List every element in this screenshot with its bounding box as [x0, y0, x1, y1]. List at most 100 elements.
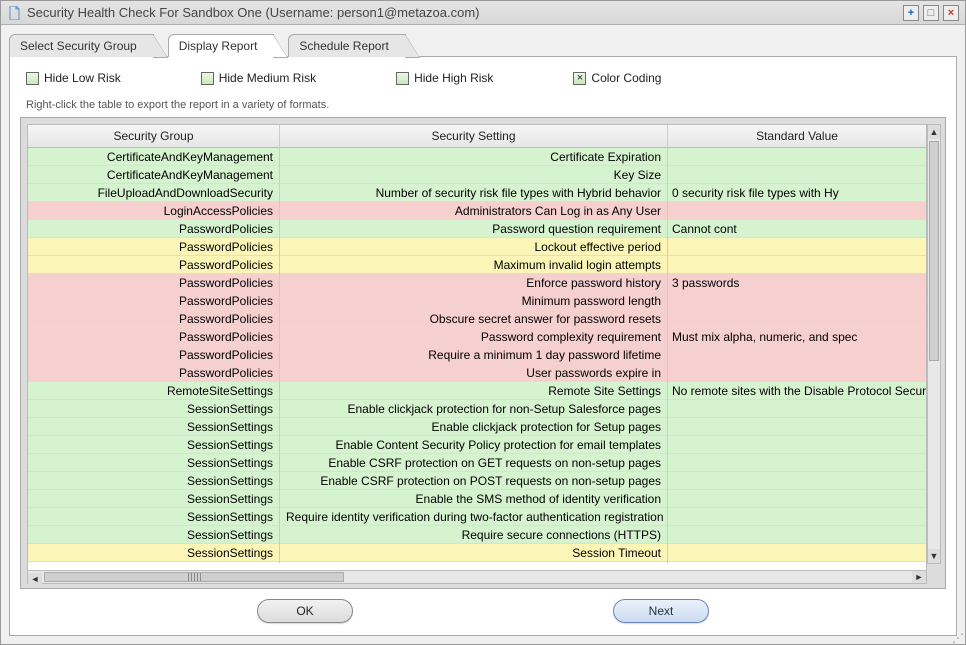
table-row[interactable]: PasswordPoliciesObscure secret answer fo… — [28, 310, 926, 328]
window-new-icon[interactable]: + — [903, 5, 919, 21]
cell-value — [668, 442, 926, 448]
document-icon — [7, 6, 21, 20]
window-title: Security Health Check For Sandbox One (U… — [27, 5, 903, 20]
table-row[interactable]: PasswordPoliciesMinimum password length — [28, 292, 926, 310]
cell-group: PasswordPolicies — [28, 291, 280, 311]
table-row[interactable]: PasswordPoliciesEnforce password history… — [28, 274, 926, 292]
table-row[interactable]: SessionSettingsEnable Content Security P… — [28, 436, 926, 454]
table-row[interactable]: SessionSettingsEnable CSRF protection on… — [28, 454, 926, 472]
scroll-right-icon[interactable]: ► — [912, 571, 926, 583]
cell-value — [668, 370, 926, 376]
cell-group: PasswordPolicies — [28, 363, 280, 383]
checkbox-icon: × — [573, 72, 586, 85]
window-maximize-icon[interactable]: □ — [923, 5, 939, 21]
table-row[interactable]: SessionSettingsRequire identity verifica… — [28, 508, 926, 526]
checkbox-icon — [26, 72, 39, 85]
checkbox-hide-medium-risk[interactable]: Hide Medium Risk — [201, 71, 316, 85]
table-row[interactable]: SessionSettingsEnable CSRF protection on… — [28, 472, 926, 490]
cell-value — [668, 406, 926, 412]
checkbox-hide-high-risk[interactable]: Hide High Risk — [396, 71, 493, 85]
cell-setting: Minimum password length — [280, 291, 668, 311]
cell-value — [668, 496, 926, 502]
cell-group: RemoteSiteSettings — [28, 381, 280, 401]
cell-setting: Require a minimum 1 day password lifetim… — [280, 345, 668, 365]
cell-group: SessionSettings — [28, 507, 280, 527]
table-row[interactable]: RemoteSiteSettingsRemote Site SettingsNo… — [28, 382, 926, 400]
table-row[interactable]: PasswordPoliciesPassword question requir… — [28, 220, 926, 238]
table-row[interactable]: CertificateAndKeyManagementCertificate E… — [28, 148, 926, 166]
cell-group: SessionSettings — [28, 417, 280, 437]
cell-value — [668, 550, 926, 556]
scroll-thumb[interactable] — [929, 141, 939, 361]
table-row[interactable]: SessionSettingsSession Timeout — [28, 544, 926, 562]
cell-group: PasswordPolicies — [28, 327, 280, 347]
tab-label: Schedule Report — [299, 39, 388, 53]
vertical-scrollbar[interactable]: ▲ ▼ — [927, 124, 941, 564]
table-row[interactable]: PasswordPoliciesMaximum invalid login at… — [28, 256, 926, 274]
button-bar: OK Next — [20, 589, 946, 627]
table-row[interactable]: CertificateAndKeyManagementKey Size — [28, 166, 926, 184]
scroll-left-icon[interactable]: ◄ — [28, 573, 42, 585]
table-row[interactable]: FileUploadAndDownloadSecurityNumber of s… — [28, 184, 926, 202]
cell-setting: Password question requirement — [280, 219, 668, 239]
report-table[interactable]: Security Group Security Setting Standard… — [27, 124, 927, 582]
table-row[interactable]: SessionSettingsEnable clickjack protecti… — [28, 400, 926, 418]
cell-value — [668, 316, 926, 322]
cell-value — [668, 262, 926, 268]
checkbox-color-coding[interactable]: × Color Coding — [573, 71, 661, 85]
table-row[interactable]: PasswordPoliciesLockout effective period — [28, 238, 926, 256]
checkbox-icon — [396, 72, 409, 85]
export-hint: Right-click the table to export the repo… — [20, 95, 946, 117]
cell-value — [668, 208, 926, 214]
column-header-value[interactable]: Standard Value — [668, 125, 926, 147]
cell-group: PasswordPolicies — [28, 219, 280, 239]
cell-group: SessionSettings — [28, 489, 280, 509]
cell-group: CertificateAndKeyManagement — [28, 165, 280, 185]
cell-value — [668, 154, 926, 160]
cell-group: PasswordPolicies — [28, 345, 280, 365]
scroll-down-icon[interactable]: ▼ — [928, 549, 940, 563]
cell-value: Cannot cont — [668, 219, 926, 239]
cell-value — [668, 514, 926, 520]
scroll-up-icon[interactable]: ▲ — [928, 125, 940, 139]
window-close-icon[interactable]: × — [943, 5, 959, 21]
ok-button[interactable]: OK — [257, 599, 353, 623]
cell-setting: Enable clickjack protection for Setup pa… — [280, 417, 668, 437]
checkbox-hide-low-risk[interactable]: Hide Low Risk — [26, 71, 121, 85]
horizontal-scrollbar[interactable]: ◄ ► — [27, 570, 927, 584]
tab-display-report[interactable]: Display Report — [168, 34, 275, 57]
checkbox-label: Hide High Risk — [414, 71, 493, 85]
table-row[interactable]: PasswordPoliciesUser passwords expire in — [28, 364, 926, 382]
cell-value — [668, 424, 926, 430]
column-header-setting[interactable]: Security Setting — [280, 125, 668, 147]
resize-grip-icon[interactable]: ⋰ — [952, 631, 962, 641]
cell-value — [668, 478, 926, 484]
table-row[interactable]: LoginAccessPoliciesAdministrators Can Lo… — [28, 202, 926, 220]
next-button[interactable]: Next — [613, 599, 709, 623]
table-container: Security Group Security Setting Standard… — [20, 117, 946, 589]
cell-setting: Require identity verification during two… — [280, 507, 668, 527]
table-row[interactable]: SessionSettingsRequire secure connection… — [28, 526, 926, 544]
column-header-group[interactable]: Security Group — [28, 125, 280, 147]
tab-select-security-group[interactable]: Select Security Group — [9, 34, 154, 57]
grip-icon — [183, 575, 205, 579]
health-check-window: Security Health Check For Sandbox One (U… — [0, 0, 966, 645]
cell-setting: Administrators Can Log in as Any User — [280, 201, 668, 221]
table-body: CertificateAndKeyManagementCertificate E… — [28, 148, 926, 562]
table-row[interactable]: PasswordPoliciesPassword complexity requ… — [28, 328, 926, 346]
cell-group: LoginAccessPolicies — [28, 201, 280, 221]
cell-group: SessionSettings — [28, 543, 280, 563]
cell-setting: Session Timeout — [280, 543, 668, 563]
scroll-thumb[interactable] — [44, 572, 344, 582]
tab-label: Select Security Group — [20, 39, 137, 53]
table-row[interactable]: SessionSettingsEnable the SMS method of … — [28, 490, 926, 508]
cell-setting: Password complexity requirement — [280, 327, 668, 347]
cell-group: SessionSettings — [28, 471, 280, 491]
table-row[interactable]: SessionSettingsEnable clickjack protecti… — [28, 418, 926, 436]
cell-setting: Maximum invalid login attempts — [280, 255, 668, 275]
cell-setting: Key Size — [280, 165, 668, 185]
table-row[interactable]: PasswordPoliciesRequire a minimum 1 day … — [28, 346, 926, 364]
tab-schedule-report[interactable]: Schedule Report — [288, 34, 405, 57]
cell-value — [668, 244, 926, 250]
cell-group: CertificateAndKeyManagement — [28, 147, 280, 167]
